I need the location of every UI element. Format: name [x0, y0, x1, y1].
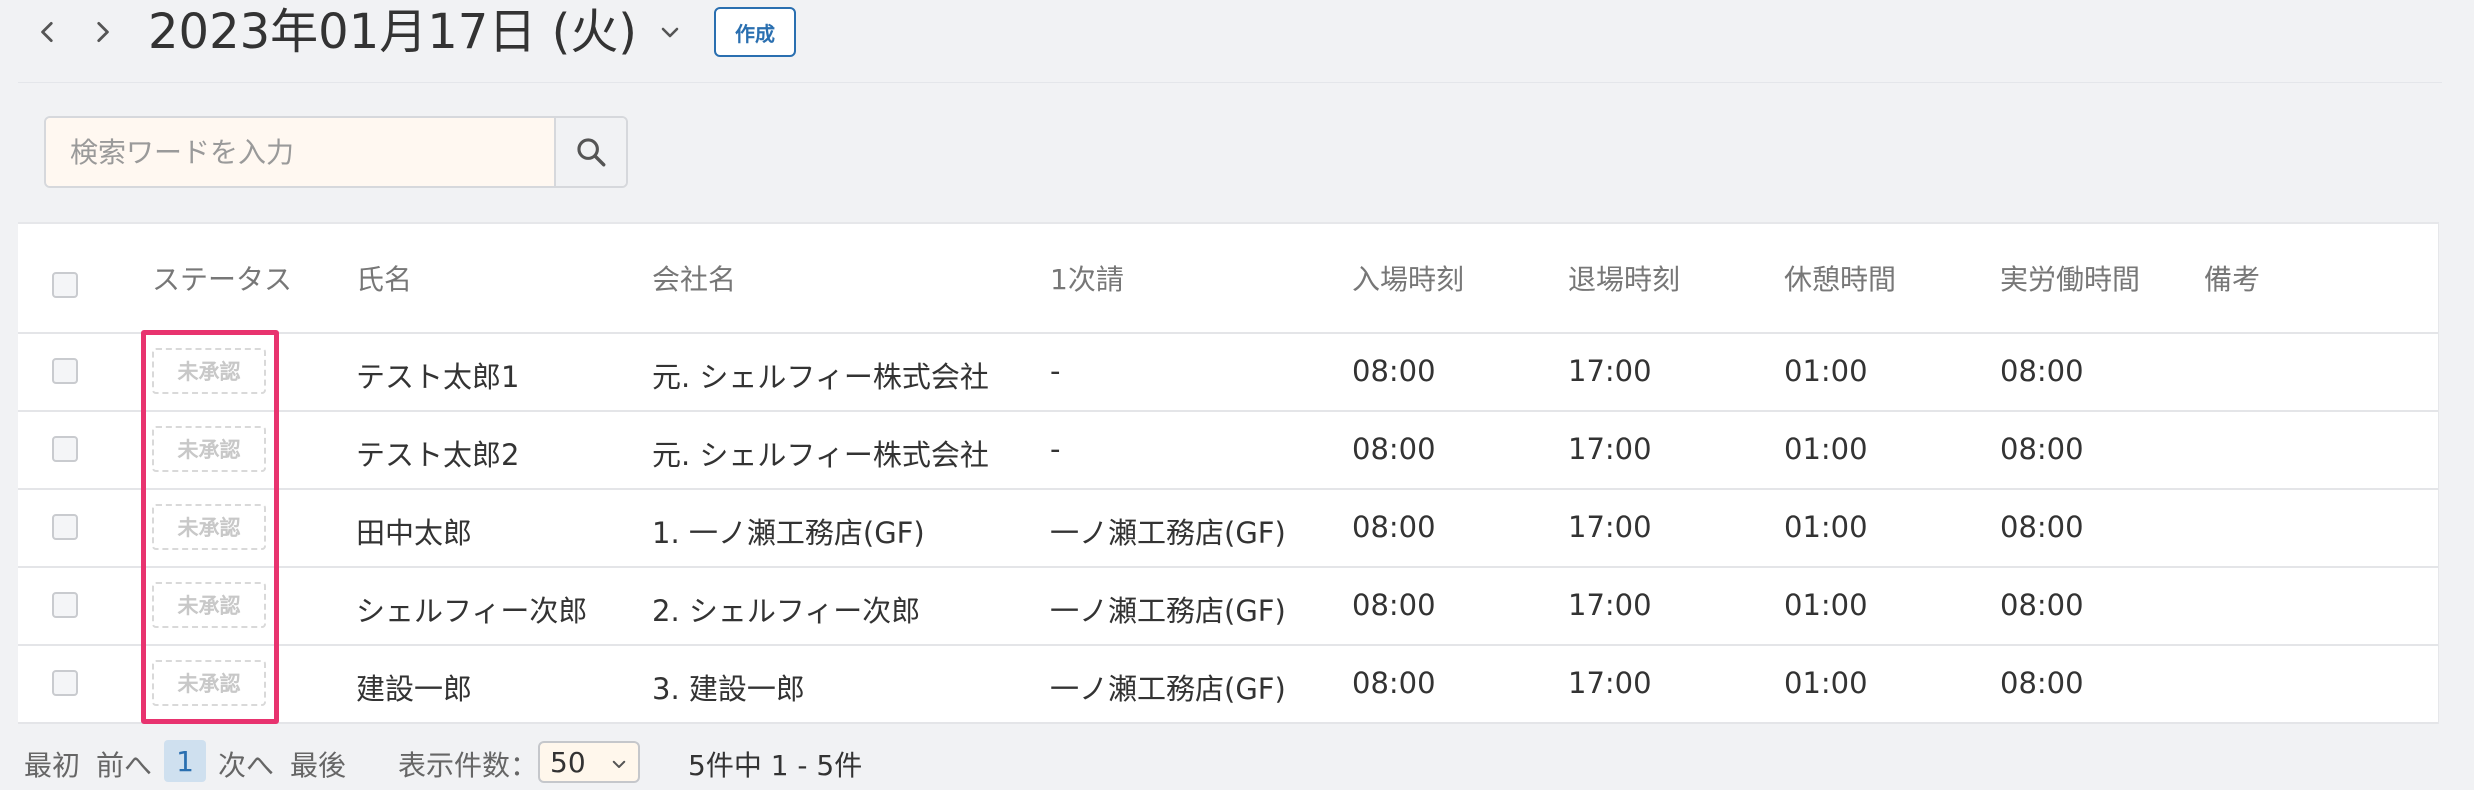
cell-primary-contractor: 一ノ瀬工務店(GF): [1050, 516, 1286, 550]
cell-break-time: 01:00: [1784, 354, 1868, 388]
per-page-select[interactable]: 50: [538, 741, 640, 783]
cell-work-time: 08:00: [2000, 510, 2084, 544]
cell-exit-time: 17:00: [1568, 510, 1652, 544]
column-header-entry-time[interactable]: 入場時刻: [1352, 258, 1464, 298]
search-button[interactable]: [554, 118, 626, 186]
status-badge: 未承認: [152, 582, 266, 628]
row-checkbox[interactable]: [52, 514, 78, 540]
pager-first[interactable]: 最初: [24, 744, 80, 784]
cell-work-time: 08:00: [2000, 432, 2084, 466]
cell-primary-contractor: -: [1050, 354, 1061, 388]
row-checkbox[interactable]: [52, 670, 78, 696]
column-header-company[interactable]: 会社名: [652, 258, 736, 298]
column-header-name[interactable]: 氏名: [356, 258, 412, 298]
chevron-down-icon: [661, 27, 679, 38]
table-row[interactable]: 未承認 田中太郎 1. 一ノ瀬工務店(GF) 一ノ瀬工務店(GF) 08:00 …: [18, 490, 2438, 568]
pager-last[interactable]: 最後: [290, 744, 346, 784]
cell-entry-time: 08:00: [1352, 510, 1436, 544]
cell-break-time: 01:00: [1784, 666, 1868, 700]
cell-entry-time: 08:00: [1352, 354, 1436, 388]
column-header-status[interactable]: ステータス: [152, 258, 292, 298]
status-badge: 未承認: [152, 504, 266, 550]
pager-current-page[interactable]: 1: [164, 740, 206, 782]
chevron-left-icon: [41, 21, 53, 43]
cell-name: シェルフィー次郎: [356, 594, 588, 628]
cell-exit-time: 17:00: [1568, 432, 1652, 466]
cell-entry-time: 08:00: [1352, 432, 1436, 466]
cell-primary-contractor: 一ノ瀬工務店(GF): [1050, 594, 1286, 628]
next-day-button[interactable]: [82, 8, 122, 56]
row-checkbox[interactable]: [52, 436, 78, 462]
prev-day-button[interactable]: [28, 8, 68, 56]
column-header-note[interactable]: 備考: [2204, 258, 2260, 298]
cell-name: テスト太郎2: [356, 438, 520, 472]
column-header-work-time[interactable]: 実労働時間: [2000, 258, 2140, 298]
table-scrollbar[interactable]: [2438, 222, 2454, 724]
cell-work-time: 08:00: [2000, 588, 2084, 622]
status-badge: 未承認: [152, 660, 266, 706]
column-header-exit-time[interactable]: 退場時刻: [1568, 258, 1680, 298]
pager-next[interactable]: 次へ: [218, 744, 274, 784]
cell-company: 3. 建設一郎: [652, 672, 805, 706]
cell-company: 元. シェルフィー株式会社: [652, 360, 989, 394]
create-button[interactable]: 作成: [714, 7, 796, 57]
cell-primary-contractor: 一ノ瀬工務店(GF): [1050, 672, 1286, 706]
cell-break-time: 01:00: [1784, 510, 1868, 544]
select-all-checkbox[interactable]: [52, 272, 78, 298]
cell-entry-time: 08:00: [1352, 666, 1436, 700]
cell-exit-time: 17:00: [1568, 666, 1652, 700]
cell-break-time: 01:00: [1784, 432, 1868, 466]
cell-name: 田中太郎: [356, 516, 473, 550]
status-badge: 未承認: [152, 426, 266, 472]
page-title: 2023年01月17日 (火): [148, 4, 638, 60]
table-row[interactable]: 未承認 テスト太郎2 元. シェルフィー株式会社 - 08:00 17:00 0…: [18, 412, 2438, 490]
column-header-primary-contractor[interactable]: 1次請: [1050, 258, 1124, 298]
search-box: [44, 116, 628, 188]
table-row[interactable]: 未承認 シェルフィー次郎 2. シェルフィー次郎 一ノ瀬工務店(GF) 08:0…: [18, 568, 2438, 646]
cell-entry-time: 08:00: [1352, 588, 1436, 622]
cell-company: 元. シェルフィー株式会社: [652, 438, 989, 472]
pagination: 最初 前へ 1 次へ 最後 表示件数： 50 5件中 1 - 5件: [0, 736, 2474, 790]
per-page-value: 50: [550, 745, 586, 779]
per-page-label: 表示件数：: [398, 749, 539, 782]
search-input[interactable]: [46, 118, 554, 186]
cell-exit-time: 17:00: [1568, 354, 1652, 388]
chevron-down-icon: [612, 760, 626, 768]
row-checkbox[interactable]: [52, 592, 78, 618]
chevron-right-icon: [97, 21, 109, 43]
date-picker-toggle[interactable]: [650, 14, 690, 50]
cell-work-time: 08:00: [2000, 354, 2084, 388]
cell-company: 2. シェルフィー次郎: [652, 594, 921, 628]
cell-name: テスト太郎1: [356, 360, 520, 394]
status-badge: 未承認: [152, 348, 266, 394]
cell-primary-contractor: -: [1050, 432, 1061, 466]
table-header-row: ステータス 氏名 会社名 1次請 入場時刻 退場時刻 休憩時間 実労働時間 備考: [18, 222, 2438, 334]
result-summary: 5件中 1 - 5件: [688, 749, 863, 782]
table-row[interactable]: 未承認 建設一郎 3. 建設一郎 一ノ瀬工務店(GF) 08:00 17:00 …: [18, 646, 2438, 724]
cell-work-time: 08:00: [2000, 666, 2084, 700]
cell-company: 1. 一ノ瀬工務店(GF): [652, 516, 925, 550]
search-icon: [577, 138, 606, 167]
column-header-break-time[interactable]: 休憩時間: [1784, 258, 1896, 298]
row-checkbox[interactable]: [52, 358, 78, 384]
cell-name: 建設一郎: [356, 672, 473, 706]
table-row[interactable]: 未承認 テスト太郎1 元. シェルフィー株式会社 - 08:00 17:00 0…: [18, 334, 2438, 412]
cell-exit-time: 17:00: [1568, 588, 1652, 622]
date-header: 2023年01月17日 (火) 作成: [0, 0, 2474, 64]
cell-break-time: 01:00: [1784, 588, 1868, 622]
pager-prev[interactable]: 前へ: [96, 744, 152, 784]
